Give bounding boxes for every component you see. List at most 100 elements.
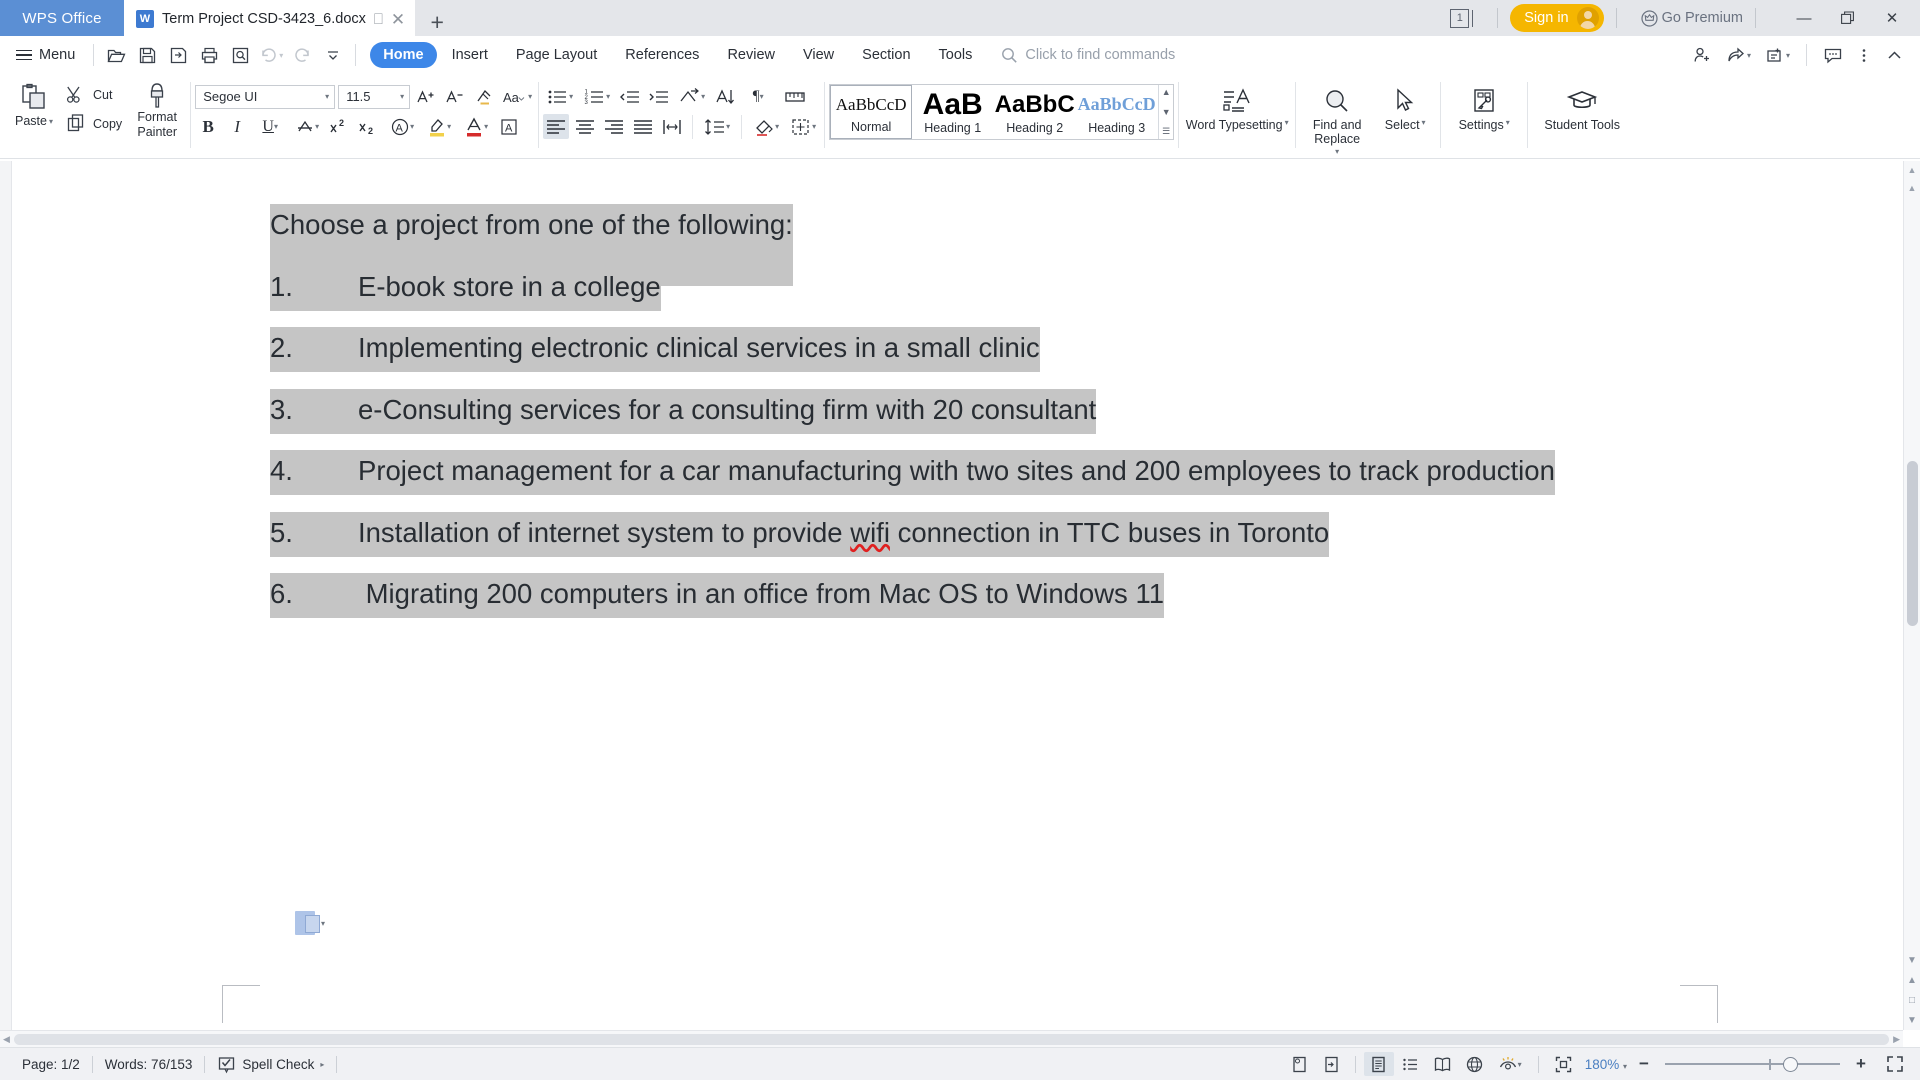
style-heading-3[interactable]: AaBbCcD Heading 3 bbox=[1076, 85, 1158, 139]
styles-scroll-down-icon[interactable]: ▼ bbox=[1162, 107, 1171, 117]
borders-icon[interactable]: ▾ bbox=[786, 114, 820, 139]
page-indicator[interactable]: Page: 1/2 bbox=[10, 1057, 92, 1072]
list-item[interactable]: 5. Installation of internet system to pro… bbox=[270, 511, 1700, 557]
highlight-color-icon[interactable]: ▾ bbox=[422, 114, 456, 139]
styles-expand-icon[interactable]: ☰ bbox=[1162, 126, 1170, 137]
paragraph-intro[interactable]: Choose a project from one of the followi… bbox=[270, 204, 1700, 286]
find-and-replace-button[interactable]: Find and Replace ▾ bbox=[1300, 76, 1374, 156]
vertical-scrollbar[interactable]: ▲ ▲ ▼ ▲ □ ▼ bbox=[1903, 161, 1920, 1030]
shrink-font-icon[interactable] bbox=[442, 84, 468, 109]
fullscreen-icon[interactable] bbox=[1880, 1052, 1910, 1076]
zoom-in-button[interactable]: + bbox=[1850, 1054, 1872, 1074]
window-page-count[interactable]: 1 bbox=[1450, 8, 1474, 28]
undo-icon[interactable]: ▾ bbox=[257, 41, 285, 69]
tab-review[interactable]: Review bbox=[714, 42, 788, 68]
horizontal-scrollbar-thumb[interactable] bbox=[14, 1034, 1889, 1045]
paste-button[interactable]: Paste ▾ bbox=[8, 76, 60, 129]
zoom-slider[interactable] bbox=[1665, 1054, 1840, 1074]
align-left-icon[interactable] bbox=[543, 114, 570, 139]
increase-indent-icon[interactable] bbox=[646, 84, 672, 109]
list-item[interactable]: 3. e-Consulting services for a consulting… bbox=[270, 388, 1700, 434]
decrease-indent-icon[interactable] bbox=[617, 84, 643, 109]
superscript-icon[interactable]: 2 bbox=[327, 114, 353, 139]
scroll-right-icon[interactable]: ▶ bbox=[1893, 1034, 1900, 1045]
chevron-down-icon[interactable]: ▾ bbox=[1335, 147, 1339, 156]
font-color-icon[interactable]: ▾ bbox=[459, 114, 493, 139]
style-heading-1[interactable]: AaB Heading 1 bbox=[912, 85, 994, 139]
show-formatting-marks-icon[interactable]: ¶ ▾ bbox=[741, 84, 775, 109]
print-layout-icon[interactable] bbox=[1363, 1052, 1394, 1076]
maximize-button[interactable] bbox=[1826, 1, 1870, 35]
horizontal-scrollbar[interactable]: ◀ ▶ bbox=[0, 1030, 1903, 1047]
document-body[interactable]: Choose a project from one of the followi… bbox=[270, 204, 1700, 638]
tab-page-layout[interactable]: Page Layout bbox=[503, 42, 610, 68]
bullet-list-icon[interactable]: ▾ bbox=[543, 84, 577, 109]
line-spacing-icon[interactable]: ▾ bbox=[700, 114, 734, 139]
tab-view[interactable]: View bbox=[790, 42, 847, 68]
scroll-left-icon[interactable]: ◀ bbox=[3, 1034, 10, 1045]
numbered-list-icon[interactable]: 1 2 3 ▾ bbox=[580, 84, 614, 109]
chevron-right-icon[interactable]: ▸ bbox=[320, 1060, 324, 1069]
comment-icon[interactable] bbox=[1817, 42, 1849, 69]
select-button[interactable]: Select ▾ bbox=[1374, 76, 1436, 132]
font-family-select[interactable]: Segoe UI ▾ bbox=[195, 84, 336, 109]
strikethrough-icon[interactable]: ▾ bbox=[290, 114, 324, 139]
share-user-icon[interactable] bbox=[1687, 42, 1718, 69]
format-painter-button[interactable]: Format Painter bbox=[128, 76, 186, 140]
word-typesetting-button[interactable]: Word Typesetting ▾ bbox=[1183, 76, 1291, 132]
next-page-icon[interactable]: ▼ bbox=[1907, 1015, 1917, 1026]
collapse-ribbon-icon[interactable] bbox=[1879, 42, 1910, 69]
save-icon[interactable] bbox=[133, 41, 161, 69]
zoom-slider-handle[interactable] bbox=[1783, 1056, 1798, 1072]
print-icon[interactable] bbox=[195, 41, 223, 69]
scroll-down-icon[interactable]: ▲ bbox=[1907, 975, 1917, 986]
select-browse-object-icon[interactable]: □ bbox=[1909, 995, 1915, 1006]
font-size-select[interactable]: 11.5 ▾ bbox=[338, 84, 411, 109]
styles-scroll-up-icon[interactable]: ▲ bbox=[1162, 87, 1171, 97]
reading-layout-icon[interactable] bbox=[1428, 1052, 1458, 1076]
cut-button[interactable]: Cut bbox=[62, 83, 126, 106]
tab-section[interactable]: Section bbox=[849, 42, 923, 68]
spell-check-button[interactable]: Spell Check ▸ bbox=[205, 1055, 336, 1074]
text-effects-icon[interactable]: A ▾ bbox=[385, 114, 419, 139]
fit-page-icon[interactable] bbox=[1549, 1052, 1579, 1076]
chevron-down-icon[interactable]: ▾ bbox=[321, 919, 325, 928]
minimize-button[interactable]: — bbox=[1782, 1, 1826, 35]
restore-icon[interactable]: ⎕ bbox=[374, 12, 383, 27]
italic-icon[interactable]: I bbox=[224, 114, 250, 139]
scroll-up-page-icon[interactable]: ▲ bbox=[1908, 161, 1917, 179]
document-page[interactable]: Choose a project from one of the followi… bbox=[30, 167, 1890, 1047]
find-commands-button[interactable]: Click to find commands bbox=[1001, 47, 1175, 64]
tab-tools[interactable]: Tools bbox=[926, 42, 986, 68]
document-tab[interactable]: Term Project CSD-3423_6.docx ⎕ ✕ bbox=[124, 0, 416, 36]
list-item[interactable]: 2. Implementing electronic clinical servi… bbox=[270, 327, 1700, 373]
grow-font-icon[interactable] bbox=[413, 84, 439, 109]
zoom-out-button[interactable]: − bbox=[1633, 1054, 1655, 1074]
list-item[interactable]: 1. E-book store in a college bbox=[270, 265, 1700, 311]
share-icon[interactable]: ▾ bbox=[1720, 42, 1757, 69]
multilevel-list-icon[interactable]: ▾ bbox=[675, 84, 709, 109]
scroll-up-icon[interactable]: ▲ bbox=[1908, 179, 1917, 197]
annotate-icon[interactable]: ▾ bbox=[1759, 42, 1796, 69]
go-premium-button[interactable]: Go Premium bbox=[1641, 9, 1743, 27]
eye-protection-icon[interactable]: ▾ bbox=[1492, 1052, 1528, 1076]
vertical-scrollbar-thumb[interactable] bbox=[1907, 461, 1918, 626]
ruler-icon[interactable] bbox=[778, 84, 812, 109]
menu-button[interactable]: Menu bbox=[12, 47, 85, 63]
previous-page-icon[interactable]: ▼ bbox=[1907, 955, 1917, 966]
redo-icon[interactable] bbox=[288, 41, 316, 69]
justify-icon[interactable] bbox=[630, 114, 656, 139]
web-layout-icon[interactable] bbox=[1460, 1052, 1490, 1076]
zoom-level[interactable]: 180% ▾ bbox=[1581, 1057, 1631, 1072]
align-right-icon[interactable] bbox=[601, 114, 627, 139]
window-close-button[interactable]: ✕ bbox=[1870, 1, 1914, 35]
align-center-icon[interactable] bbox=[572, 114, 598, 139]
bold-icon[interactable]: B bbox=[195, 114, 221, 139]
settings-button[interactable]: Settings ▾ bbox=[1445, 76, 1523, 132]
misspelled-word[interactable]: wifi bbox=[850, 517, 890, 548]
character-border-icon[interactable]: A bbox=[496, 114, 522, 139]
style-heading-2[interactable]: AaBbC Heading 2 bbox=[994, 85, 1076, 139]
list-item[interactable]: 6. Migrating 200 computers in an office … bbox=[270, 573, 1700, 619]
tab-references[interactable]: References bbox=[612, 42, 712, 68]
paste-options-button[interactable]: ▾ bbox=[295, 911, 325, 935]
